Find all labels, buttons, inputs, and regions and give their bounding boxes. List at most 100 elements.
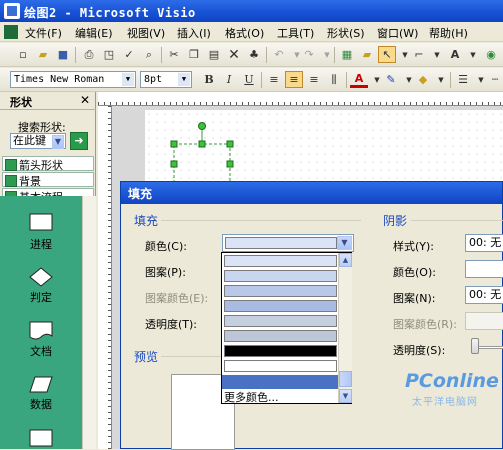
open-icon[interactable]: ▰ bbox=[34, 46, 52, 63]
toolbar-separator bbox=[75, 47, 76, 63]
standard-toolbar: ▫ ▰ ■ ⎙ ◳ ✓ ⌕ ✂ ❐ ▤ ✕ ♣ ↶ ▼ ↷ ▼ ▦ ▰ ↖ ▼ … bbox=[0, 43, 503, 67]
color-option[interactable] bbox=[224, 330, 337, 342]
text-dropdown-icon[interactable]: ▼ bbox=[464, 46, 482, 63]
process-shape-icon[interactable] bbox=[28, 212, 54, 234]
close-icon[interactable]: ✕ bbox=[80, 93, 90, 107]
document-shape-icon[interactable] bbox=[28, 320, 54, 342]
italic-button[interactable]: I bbox=[220, 71, 238, 88]
fill-color-icon[interactable]: ◆ bbox=[414, 71, 432, 88]
shadow-pattern-dropdown[interactable]: 00: 无 bbox=[465, 286, 503, 304]
print-preview-icon[interactable]: ◳ bbox=[100, 46, 118, 63]
color-option[interactable] bbox=[224, 315, 337, 327]
fill-color-dropdown[interactable]: ▼ bbox=[222, 234, 354, 252]
menu-file[interactable]: 文件(F) bbox=[20, 24, 67, 40]
menu-help[interactable]: 帮助(H) bbox=[424, 24, 473, 40]
decision-shape-icon[interactable] bbox=[28, 266, 54, 288]
delete-icon[interactable]: ✕ bbox=[225, 46, 243, 63]
menu-view[interactable]: 视图(V) bbox=[122, 24, 170, 40]
color-option[interactable] bbox=[224, 300, 337, 312]
new-icon[interactable]: ▫ bbox=[14, 46, 32, 63]
shape-label-process[interactable]: 进程 bbox=[11, 236, 71, 252]
menu-edit[interactable]: 编辑(E) bbox=[70, 24, 118, 40]
font-combo[interactable]: Times New Roman ▼ bbox=[10, 71, 136, 88]
search-scope-input[interactable]: 在此键 ▼ bbox=[10, 133, 66, 149]
fill-color-dropdown-icon[interactable]: ▼ bbox=[432, 71, 450, 88]
connector-icon[interactable]: ▰ bbox=[358, 46, 376, 63]
connector-tool-icon[interactable]: ⌐ bbox=[410, 46, 428, 63]
stencil-backgrounds[interactable]: 背景 bbox=[2, 172, 94, 188]
copy-icon[interactable]: ❐ bbox=[185, 46, 203, 63]
vertical-align-icon[interactable]: ⫼ bbox=[325, 71, 343, 88]
redo-icon[interactable]: ↷ bbox=[300, 46, 318, 63]
search-scope-value: 在此键 bbox=[13, 134, 46, 147]
stencil-arrow-shapes[interactable]: 箭头形状 bbox=[2, 156, 94, 172]
color-option-highlighted[interactable] bbox=[222, 375, 338, 389]
spelling-icon[interactable]: ✓ bbox=[120, 46, 138, 63]
font-color-button[interactable]: A bbox=[350, 71, 368, 88]
menu-shape[interactable]: 形状(S) bbox=[322, 24, 370, 40]
bold-button[interactable]: B bbox=[200, 71, 218, 88]
shape-label-document[interactable]: 文档 bbox=[11, 343, 71, 359]
menu-format[interactable]: 格式(O) bbox=[220, 24, 269, 40]
horizontal-ruler[interactable] bbox=[98, 92, 503, 106]
color-list-scrollbar[interactable]: ▲ ▼ bbox=[338, 253, 352, 403]
format-painter-icon[interactable]: ♣ bbox=[245, 46, 263, 63]
visio-app-icon[interactable] bbox=[4, 3, 20, 19]
predefined-process-shape-icon[interactable] bbox=[28, 428, 54, 448]
chevron-down-icon[interactable]: ▼ bbox=[178, 73, 190, 86]
menu-window[interactable]: 窗口(W) bbox=[372, 24, 423, 40]
stencil-icon[interactable]: ◉ bbox=[482, 46, 500, 63]
more-colors-option[interactable]: 更多颜色... bbox=[224, 389, 279, 405]
align-center-icon[interactable]: ≡ bbox=[285, 71, 303, 88]
color-option[interactable] bbox=[224, 285, 337, 297]
shadow-pattern-color-label: 图案颜色(R): bbox=[393, 318, 457, 331]
undo-icon[interactable]: ↶ bbox=[270, 46, 288, 63]
shadow-transparency-slider[interactable] bbox=[471, 338, 479, 354]
text-tool-icon[interactable]: A bbox=[446, 46, 464, 63]
group-divider bbox=[161, 220, 361, 221]
cut-icon[interactable]: ✂ bbox=[165, 46, 183, 63]
preview-group-label: 预览 bbox=[134, 350, 159, 364]
fill-pattern-color-label: 图案颜色(E): bbox=[145, 292, 209, 305]
menu-bar: 文件(F) 编辑(E) 视图(V) 插入(I) 格式(O) 工具(T) 形状(S… bbox=[0, 22, 503, 42]
shapes-pane-scrollbar[interactable] bbox=[82, 196, 96, 449]
shadow-style-dropdown[interactable]: 00: 无 bbox=[465, 234, 503, 252]
scroll-down-icon[interactable]: ▼ bbox=[339, 389, 352, 403]
color-option[interactable] bbox=[224, 255, 337, 267]
chevron-down-icon[interactable]: ▼ bbox=[52, 135, 64, 149]
save-icon[interactable]: ■ bbox=[54, 46, 72, 63]
align-left-icon[interactable]: ≡ bbox=[265, 71, 283, 88]
shadow-transparency-label: 透明度(S): bbox=[393, 344, 446, 357]
shapes-icon[interactable]: ▦ bbox=[338, 46, 356, 63]
print-icon[interactable]: ⎙ bbox=[80, 46, 98, 63]
color-option[interactable] bbox=[224, 270, 337, 282]
underline-button[interactable]: U bbox=[240, 71, 258, 88]
research-icon[interactable]: ⌕ bbox=[140, 46, 158, 63]
menu-tools[interactable]: 工具(T) bbox=[272, 24, 319, 40]
chevron-down-icon[interactable]: ▼ bbox=[122, 73, 134, 86]
scroll-up-icon[interactable]: ▲ bbox=[339, 253, 352, 267]
vertical-ruler[interactable] bbox=[98, 106, 112, 449]
stencil-label: 背景 bbox=[19, 175, 41, 188]
chevron-down-icon[interactable]: ▼ bbox=[337, 236, 352, 250]
line-color-icon[interactable]: ✎ bbox=[382, 71, 400, 88]
data-shape-icon[interactable] bbox=[28, 374, 54, 396]
shadow-color-label: 颜色(O): bbox=[393, 266, 436, 279]
color-option[interactable] bbox=[224, 345, 337, 357]
document-icon[interactable] bbox=[4, 25, 18, 39]
shape-label-data[interactable]: 数据 bbox=[11, 396, 71, 412]
shadow-color-dropdown[interactable] bbox=[465, 260, 503, 278]
color-option[interactable] bbox=[224, 360, 337, 372]
line-weight-icon[interactable]: ☰ bbox=[454, 71, 472, 88]
menu-insert[interactable]: 插入(I) bbox=[172, 24, 216, 40]
paste-icon[interactable]: ▤ bbox=[205, 46, 223, 63]
fill-color-list[interactable]: 更多颜色... ▲ ▼ bbox=[221, 252, 352, 404]
connector-dropdown-icon[interactable]: ▼ bbox=[428, 46, 446, 63]
font-size-combo[interactable]: 8pt ▼ bbox=[140, 71, 192, 88]
align-right-icon[interactable]: ≡ bbox=[305, 71, 323, 88]
shape-label-decision[interactable]: 判定 bbox=[11, 289, 71, 305]
pointer-tool-icon[interactable]: ↖ bbox=[378, 46, 396, 63]
scroll-thumb[interactable] bbox=[339, 371, 352, 387]
line-pattern-icon[interactable]: ┄ bbox=[486, 71, 503, 88]
search-go-button[interactable]: ➜ bbox=[70, 132, 88, 150]
